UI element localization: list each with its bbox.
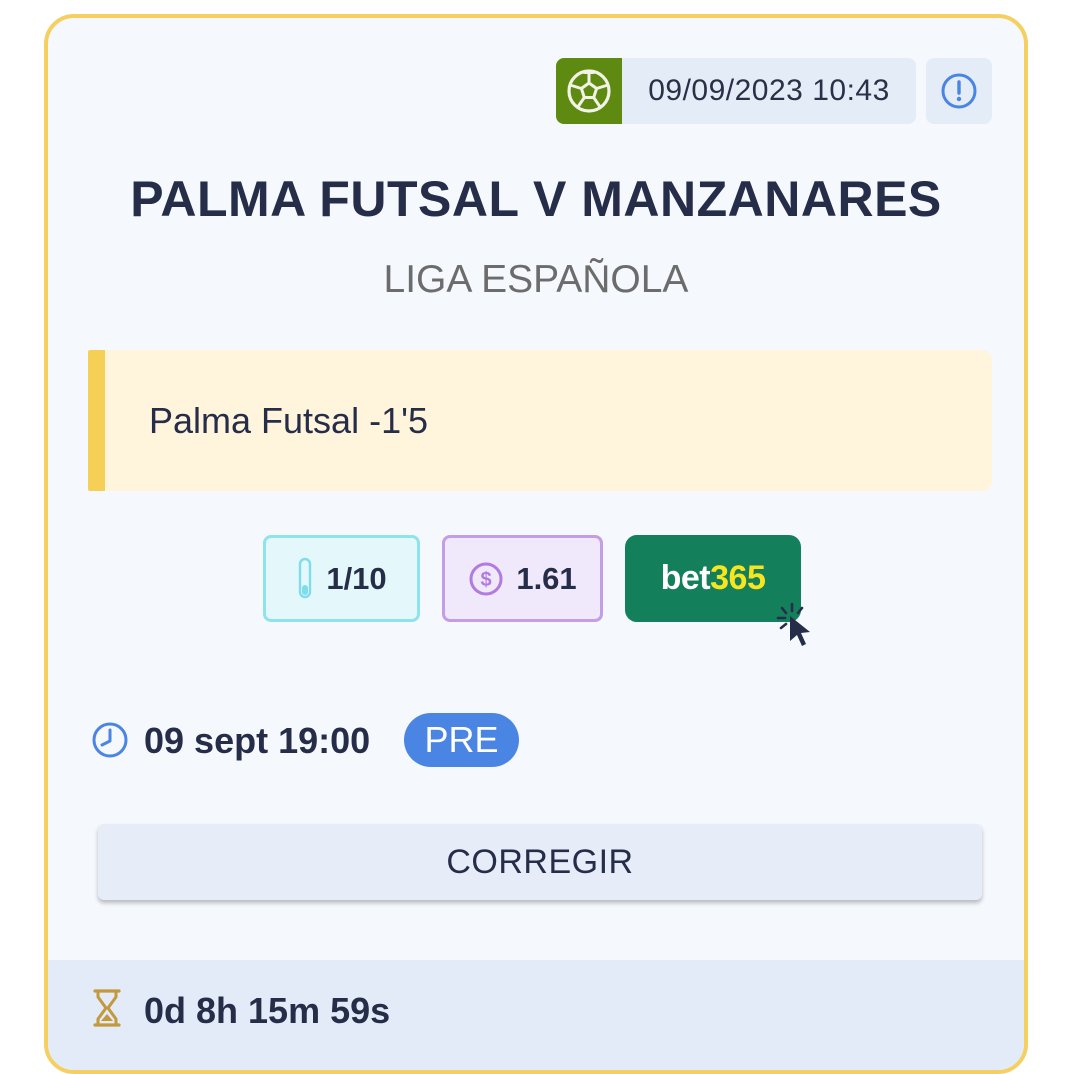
correct-button[interactable]: CORREGIR — [98, 824, 982, 900]
dollar-coin-icon: $ — [469, 562, 503, 595]
match-title: PALMA FUTSAL V MANZANARES — [130, 171, 942, 227]
odds-chip: $ 1.61 — [442, 535, 603, 622]
odds-value: 1.61 — [516, 560, 577, 596]
post-datetime: 09/09/2023 10:43 — [622, 58, 916, 124]
pick-box: Palma Futsal -1'5 — [88, 350, 992, 491]
league-name: LIGA ESPAÑOLA — [383, 258, 689, 301]
exclamation-circle-icon — [941, 73, 977, 109]
hourglass-icon — [93, 989, 121, 1027]
status-badge: PRE — [404, 713, 519, 767]
countdown-timer: 0d 8h 15m 59s — [144, 990, 391, 1031]
event-time: 09 sept 19:00 — [144, 720, 371, 761]
thermometer-icon — [299, 557, 312, 598]
stake-value: 1/10 — [326, 560, 387, 596]
sport-badge — [556, 58, 622, 124]
pick-text: Palma Futsal -1'5 — [149, 400, 428, 441]
click-cursor-icon — [776, 602, 810, 646]
stake-chip: 1/10 — [263, 535, 420, 622]
soccer-ball-icon — [567, 69, 611, 113]
tip-card: 09/09/2023 10:43 PALMA FUTSAL V MANZANAR… — [44, 14, 1028, 1074]
clock-icon — [92, 722, 128, 758]
svg-text:$: $ — [481, 569, 492, 591]
countdown-footer: 0d 8h 15m 59s — [48, 960, 1024, 1070]
bookmaker-name-part1: bet — [660, 559, 711, 597]
bookmaker-button[interactable]: bet 365 — [625, 535, 801, 622]
bookmaker-name-part2: 365 — [710, 559, 766, 597]
info-button[interactable] — [926, 58, 992, 124]
